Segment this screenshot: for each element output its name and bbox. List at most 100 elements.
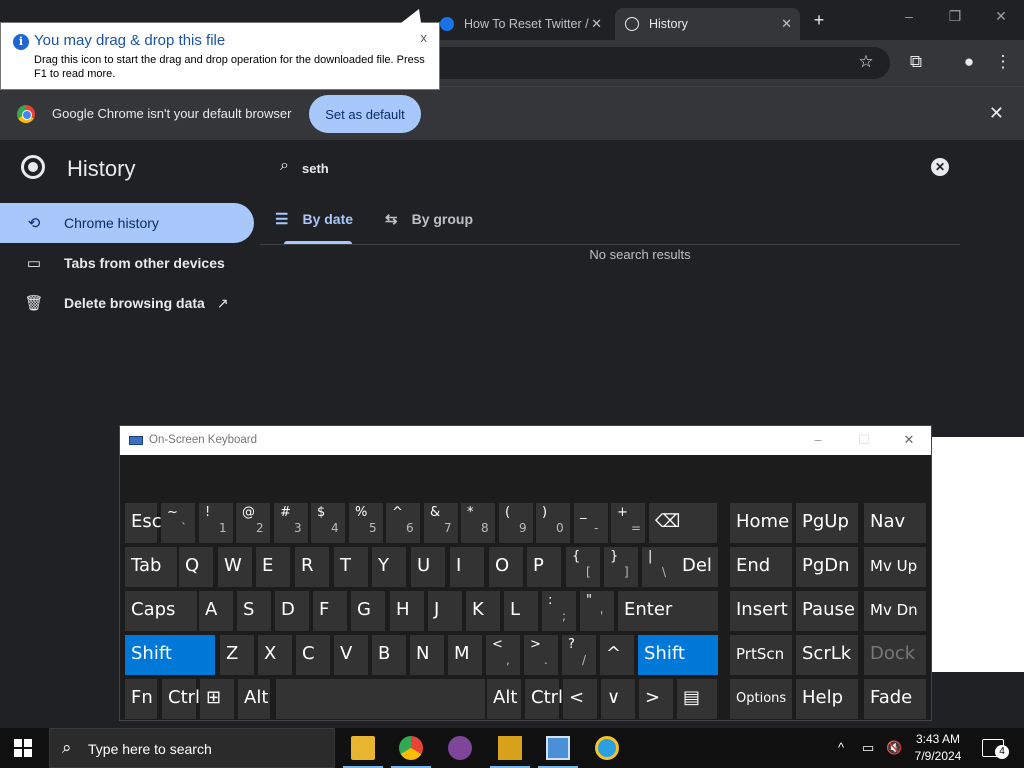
close-tab-icon[interactable]: ✕ (781, 16, 792, 32)
key-tab[interactable]: Tab (125, 547, 177, 587)
set-as-default-button[interactable]: Set as default (309, 95, 421, 133)
key-del[interactable]: Del (676, 547, 718, 587)
clear-search-icon[interactable]: ✕ (931, 158, 949, 176)
menu-icon[interactable]: ⋮ (992, 52, 1014, 72)
file-explorer-icon[interactable] (339, 728, 387, 768)
key-nav-home[interactable]: Home (730, 503, 792, 543)
key-v[interactable]: V (334, 635, 368, 675)
key-t[interactable]: T (334, 547, 368, 587)
key-nav-pgup[interactable]: PgUp (796, 503, 858, 543)
key-[interactable]: | \ (642, 547, 676, 587)
key-[interactable]: ? / (562, 635, 596, 675)
key-m[interactable]: M (448, 635, 482, 675)
ie-icon[interactable] (583, 728, 631, 768)
key-y[interactable]: Y (372, 547, 406, 587)
key-[interactable]: }] (604, 547, 638, 587)
key-c[interactable]: C (296, 635, 330, 675)
key-5[interactable]: % 5 (349, 503, 383, 543)
profile-icon[interactable]: ● (958, 52, 980, 72)
key-7[interactable]: & 7 (424, 503, 458, 543)
key-d[interactable]: D (275, 591, 309, 631)
sidebar-item-delete-data[interactable]: 🗑 Delete browsing data ↗ (0, 283, 254, 323)
tab-twitter-reset[interactable]: How To Reset Twitter / ✕ (430, 8, 610, 40)
key-8[interactable]: * 8 (461, 503, 495, 543)
close-infobar-icon[interactable]: ✕ (989, 103, 1004, 124)
key-enter[interactable]: Enter (618, 591, 718, 631)
restore-icon[interactable]: ❐ (940, 8, 970, 25)
plus-icon[interactable]: + (808, 10, 830, 32)
key-h[interactable]: H (390, 591, 424, 631)
key-o[interactable]: O (489, 547, 523, 587)
key-e[interactable]: E (256, 547, 290, 587)
close-tooltip-icon[interactable]: x (421, 30, 428, 45)
key-i[interactable]: I (450, 547, 484, 587)
key-[interactable]: > (639, 679, 673, 719)
minimize-icon[interactable]: – (808, 432, 828, 447)
key-nav-mvup[interactable]: Mv Up (864, 547, 926, 587)
search-input[interactable]: seth (302, 161, 329, 176)
address-bar[interactable] (420, 47, 890, 79)
network-icon[interactable]: ▭ (862, 740, 874, 756)
key-nav-pause[interactable]: Pause (796, 591, 858, 631)
key-3[interactable]: #3 (274, 503, 308, 543)
key-q[interactable]: Q (179, 547, 213, 587)
extensions-icon[interactable]: ⧉ (905, 52, 927, 72)
key-nav-scrlk[interactable]: ScrLk (796, 635, 858, 675)
key-nav-insert[interactable]: Insert (730, 591, 792, 631)
key-nav-fade[interactable]: Fade (864, 679, 926, 719)
key-[interactable]: {[ (566, 547, 600, 587)
key-alt[interactable]: Alt (238, 679, 270, 719)
key-f[interactable]: F (313, 591, 347, 631)
tab-history[interactable]: History ✕ (615, 8, 800, 40)
tool-app-icon[interactable] (486, 728, 534, 768)
chrome-icon[interactable] (387, 728, 435, 768)
remote-desktop-icon[interactable] (534, 728, 582, 768)
key-[interactable]: ⌫ (649, 503, 717, 543)
key-l[interactable]: L (504, 591, 538, 631)
key-[interactable]: ~ ` (161, 503, 195, 543)
key-ctrl[interactable]: Ctrl (162, 679, 200, 719)
key-fn[interactable]: Fn (125, 679, 157, 719)
key-nav-options[interactable]: Options (730, 679, 792, 719)
key-[interactable]: " ' (580, 591, 614, 631)
history-search[interactable]: ⌕ seth ✕ (268, 149, 958, 187)
key-[interactable]: < (563, 679, 597, 719)
key-[interactable]: <, (486, 635, 520, 675)
tab-by-group[interactable]: ⇆ By group (385, 210, 473, 228)
key-6[interactable]: ^ 6 (386, 503, 420, 543)
taskbar-search[interactable]: ⌕ Type here to search (49, 728, 335, 768)
key-[interactable]: + = (611, 503, 645, 543)
key-caps[interactable]: Caps (125, 591, 197, 631)
key-p[interactable]: P (527, 547, 561, 587)
key-r[interactable]: R (295, 547, 329, 587)
key-esc[interactable]: Esc (125, 503, 162, 543)
key-[interactable] (276, 679, 485, 719)
key-[interactable]: _ - (574, 503, 608, 543)
key-nav-prtscn[interactable]: PrtScn (730, 635, 792, 675)
key-9[interactable]: (9 (499, 503, 533, 543)
key-ctrl[interactable]: Ctrl (525, 679, 563, 719)
close-tab-icon[interactable]: ✕ (591, 16, 602, 32)
key-nav-help[interactable]: Help (796, 679, 858, 719)
key-shift[interactable]: Shift (638, 635, 718, 675)
key-nav-dock[interactable]: Dock (864, 635, 926, 675)
key-u[interactable]: U (411, 547, 445, 587)
key-4[interactable]: $4 (311, 503, 345, 543)
key-alt[interactable]: Alt (487, 679, 521, 719)
key-w[interactable]: W (218, 547, 252, 587)
notification-icon[interactable]: 4 (982, 739, 1009, 759)
tab-by-date[interactable]: ☰ By date (275, 210, 353, 228)
key-z[interactable]: Z (220, 635, 254, 675)
key-[interactable]: ▤ (677, 679, 717, 719)
key-nav-mvdn[interactable]: Mv Dn (864, 591, 926, 631)
key-b[interactable]: B (372, 635, 406, 675)
key-nav-pgdn[interactable]: PgDn (796, 547, 858, 587)
clock[interactable]: 3:43 AM 7/9/2024 (906, 731, 970, 765)
close-icon[interactable]: ✕ (899, 432, 919, 448)
sidebar-item-other-devices[interactable]: ▭ Tabs from other devices (0, 243, 254, 283)
key-2[interactable]: @2 (236, 503, 270, 543)
key-[interactable]: >. (524, 635, 558, 675)
star-icon[interactable]: ☆ (855, 52, 877, 72)
close-window-icon[interactable]: ✕ (986, 8, 1016, 25)
key-1[interactable]: ! 1 (199, 503, 233, 543)
